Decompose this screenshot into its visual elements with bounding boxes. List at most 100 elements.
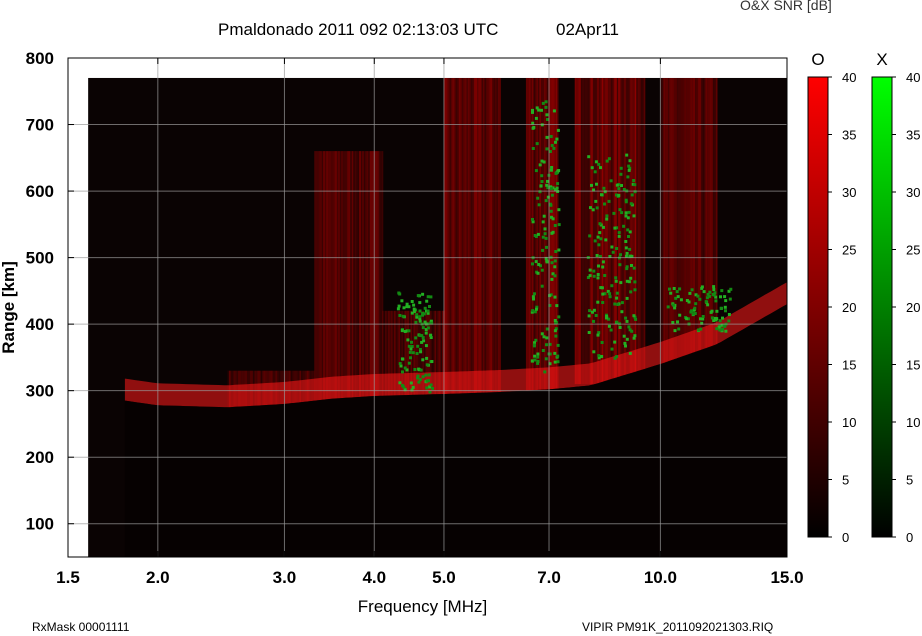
x-echo-point: [544, 105, 548, 109]
o-echo-streak: [460, 78, 462, 394]
x-echo-point: [397, 304, 401, 308]
x-echo-point: [607, 199, 611, 203]
x-echo-point: [553, 351, 557, 355]
o-echo-streak: [664, 78, 667, 363]
x-echo-point: [608, 295, 612, 299]
x-echo-point: [541, 101, 545, 105]
x-tick-label: 15.0: [770, 568, 803, 587]
x-echo-point: [620, 211, 624, 215]
y-tick-label: 100: [26, 515, 54, 534]
x-echo-point: [622, 224, 626, 228]
x-echo-point: [545, 343, 548, 347]
x-echo-point: [427, 373, 431, 377]
x-echo-point: [556, 354, 560, 358]
o-echo-streak: [451, 78, 453, 394]
x-echo-point: [605, 214, 609, 218]
colorbar-tick-label: 30: [906, 185, 920, 200]
x-echo-point: [553, 319, 557, 322]
o-echo-streak: [333, 151, 336, 399]
x-echo-point: [553, 259, 557, 263]
x-echo-point: [685, 299, 689, 302]
x-echo-point: [538, 163, 542, 167]
o-echo-streak: [339, 151, 342, 399]
x-echo-point: [533, 310, 537, 314]
x-echo-point: [421, 326, 425, 330]
x-echo-point: [627, 168, 631, 172]
x-echo-point: [536, 196, 540, 200]
o-echo-streak: [706, 78, 709, 348]
x-echo-point: [400, 357, 404, 361]
x-echo-point: [627, 164, 631, 168]
x-echo-point: [421, 375, 425, 379]
x-echo-point: [595, 254, 599, 257]
x-echo-point: [543, 232, 547, 236]
o-echo-streak: [341, 151, 343, 399]
o-echo-streak: [684, 78, 686, 356]
x-echo-point: [535, 142, 539, 146]
o-echo-streak: [610, 78, 613, 380]
x-echo-point: [673, 306, 677, 310]
o-echo-streak: [675, 78, 677, 359]
x-echo-point: [623, 341, 627, 345]
o-echo-streak: [464, 78, 467, 394]
o-echo-streak: [354, 151, 357, 398]
x-echo-point: [599, 237, 603, 241]
x-echo-point: [556, 360, 560, 364]
x-echo-point: [615, 291, 619, 295]
o-echo-streak: [318, 151, 321, 401]
o-echo-streak: [597, 78, 599, 384]
x-echo-point: [594, 199, 598, 203]
x-echo-point: [588, 274, 592, 278]
o-echo-streak: [637, 78, 640, 371]
o-echo-streak: [455, 78, 458, 394]
x-echo-point: [408, 350, 412, 354]
x-echo-point: [551, 230, 555, 234]
x-echo-point: [543, 227, 547, 231]
x-echo-point: [609, 328, 613, 332]
x-echo-point: [613, 226, 617, 230]
x-echo-point: [605, 316, 608, 320]
x-echo-point: [543, 370, 547, 374]
x-echo-point: [615, 296, 619, 300]
x-echo-point: [627, 235, 630, 238]
o-echo-streak: [499, 78, 501, 393]
x-echo-point: [419, 350, 423, 354]
o-echo-streak: [705, 78, 707, 349]
o-echo-streak: [585, 78, 587, 385]
o-echo-streak: [481, 78, 483, 393]
x-echo-point: [531, 218, 534, 221]
x-echo-point: [600, 341, 604, 344]
o-echo-streak: [445, 78, 447, 394]
x-echo-point: [415, 313, 419, 317]
y-tick-label: 400: [26, 315, 54, 334]
o-echo-streak: [360, 151, 363, 397]
x-echo-point: [604, 238, 608, 242]
x-echo-point: [429, 383, 433, 387]
x-echo-point: [624, 211, 628, 215]
x-echo-point: [596, 235, 600, 239]
o-echo-streak: [711, 78, 713, 347]
x-echo-point: [412, 307, 416, 311]
x-echo-point: [593, 170, 597, 174]
x-echo-point: [425, 379, 429, 383]
x-echo-point: [628, 159, 632, 163]
x-echo-point: [418, 309, 422, 313]
x-echo-point: [401, 314, 405, 318]
x-echo-point: [595, 206, 599, 210]
x-echo-point: [401, 370, 404, 374]
x-echo-point: [619, 253, 622, 257]
x-echo-point: [714, 299, 718, 303]
x-echo-point: [411, 351, 415, 355]
x-echo-point: [545, 113, 549, 117]
o-echo-streak: [619, 78, 622, 377]
x-echo-point: [416, 294, 420, 298]
x-echo-point: [675, 290, 679, 294]
x-echo-point: [632, 266, 636, 270]
x-echo-point: [428, 305, 431, 308]
x-echo-point: [598, 222, 602, 226]
x-echo-point: [536, 360, 540, 363]
x-tick-label: 5.0: [432, 568, 456, 587]
x-echo-point: [677, 327, 681, 331]
x-tick-label: 7.0: [537, 568, 561, 587]
x-echo-point: [609, 179, 613, 183]
